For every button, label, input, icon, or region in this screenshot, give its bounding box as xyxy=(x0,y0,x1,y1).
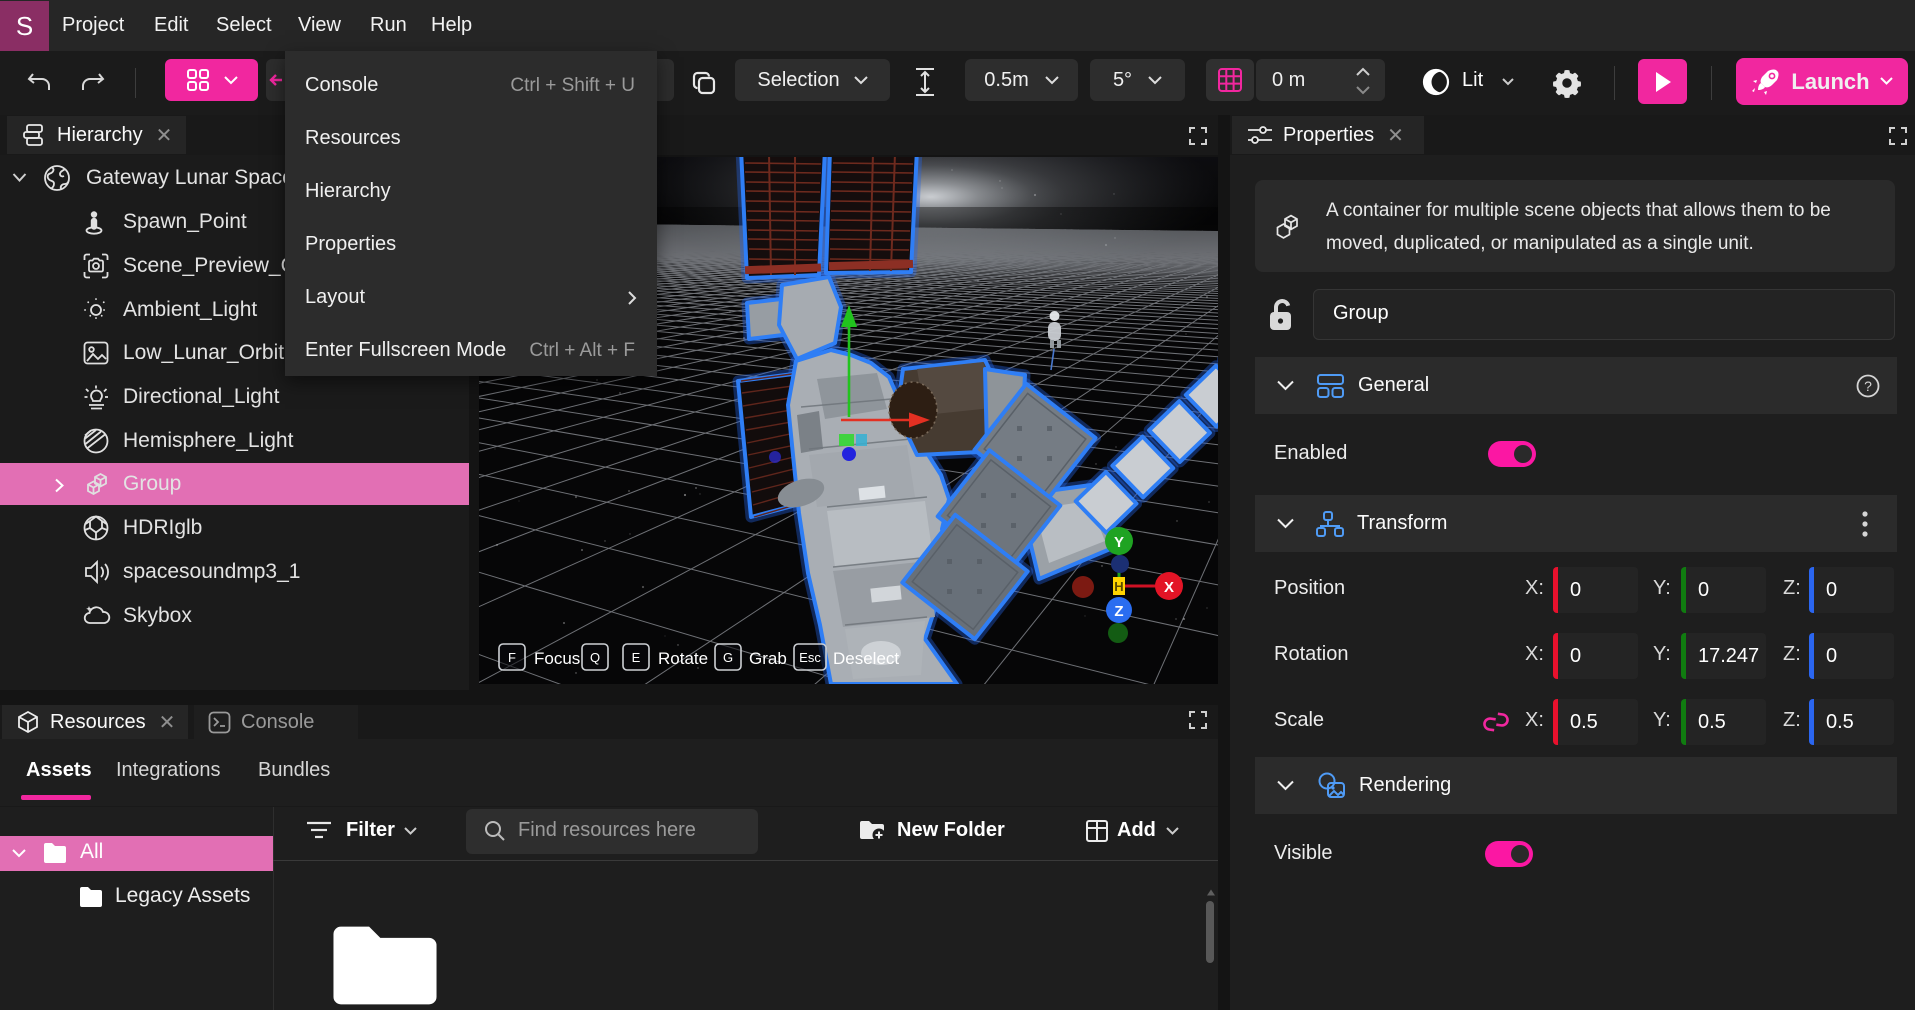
svg-text:E: E xyxy=(632,650,641,665)
svg-text:Rotate: Rotate xyxy=(658,649,708,668)
svg-text:Y: Y xyxy=(1114,534,1124,551)
svg-text:Z: Z xyxy=(1114,603,1123,620)
svg-text:Deselect: Deselect xyxy=(833,649,899,668)
svg-text:Esc: Esc xyxy=(799,650,821,665)
svg-text:Q: Q xyxy=(590,650,600,665)
svg-text:F: F xyxy=(508,650,516,665)
svg-text:H: H xyxy=(1114,579,1123,594)
svg-text:Grab: Grab xyxy=(749,649,787,668)
svg-text:Focus: Focus xyxy=(534,649,580,668)
svg-text:?: ? xyxy=(1864,378,1872,394)
svg-text:X: X xyxy=(1164,579,1174,596)
svg-text:G: G xyxy=(723,650,733,665)
